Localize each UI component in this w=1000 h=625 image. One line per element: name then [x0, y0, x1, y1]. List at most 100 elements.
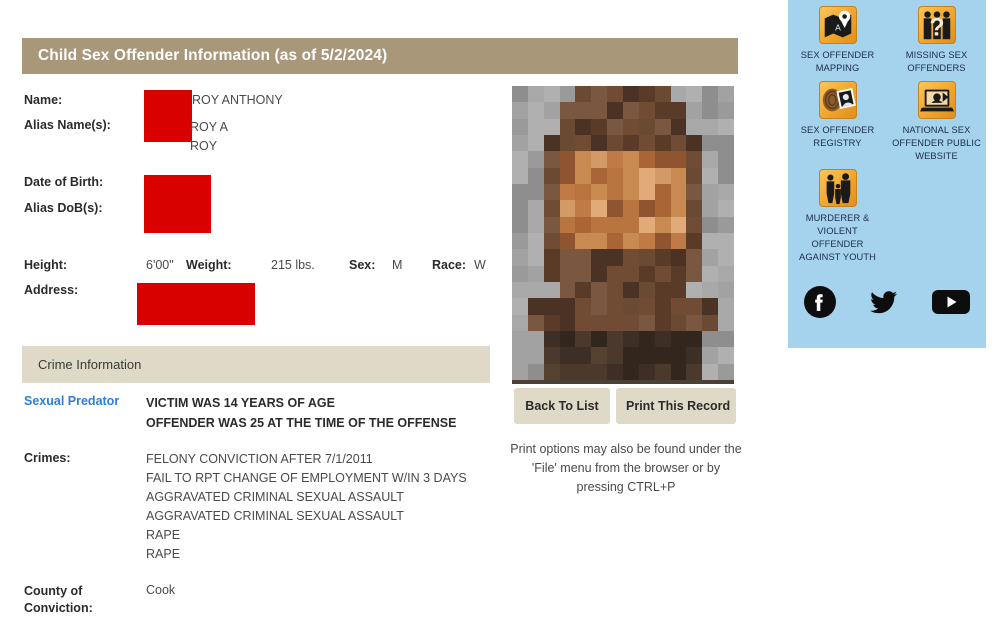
photo-pixel	[639, 102, 655, 118]
crime-item: FAIL TO RPT CHANGE OF EMPLOYMENT W/IN 3 …	[146, 469, 467, 488]
photo-pixel	[702, 102, 718, 118]
photo-pixel	[591, 347, 607, 363]
photo-pixel	[575, 282, 591, 298]
photo-pixel	[512, 315, 528, 331]
youtube-icon[interactable]	[931, 287, 971, 322]
photo-pixel	[528, 168, 544, 184]
photo-pixel	[544, 282, 560, 298]
photo-pixel	[702, 266, 718, 282]
crime-information-header: Crime Information	[22, 346, 490, 383]
photo-pixel	[623, 135, 639, 151]
photo-pixel	[591, 184, 607, 200]
quick-link-map-pin[interactable]: A SEX OFFENDER MAPPING	[788, 0, 887, 75]
photo-pixel	[607, 364, 623, 380]
photo-pixel	[512, 364, 528, 380]
photo-pixel	[544, 119, 560, 135]
photo-pixel	[686, 233, 702, 249]
photo-pixel	[718, 249, 734, 265]
photo-pixel	[575, 347, 591, 363]
facebook-icon[interactable]	[803, 285, 837, 324]
photo-pixel	[560, 102, 576, 118]
photo-pixel	[607, 282, 623, 298]
photo-pixel	[671, 168, 687, 184]
photo-pixel	[639, 249, 655, 265]
predator-detail-line: VICTIM WAS 14 YEARS OF AGE	[146, 393, 456, 413]
photo-pixel	[591, 102, 607, 118]
photo-pixel	[560, 119, 576, 135]
sexual-predator-link[interactable]: Sexual Predator	[24, 394, 119, 408]
photo-pixel	[512, 347, 528, 363]
photo-pixel	[575, 331, 591, 347]
photo-pixel	[528, 102, 544, 118]
photo-pixel	[639, 200, 655, 216]
photo-pixel	[686, 168, 702, 184]
photo-pixel	[702, 315, 718, 331]
photo-pixel	[623, 86, 639, 102]
photo-pixel	[591, 200, 607, 216]
quick-link-label: SEX OFFENDER MAPPING	[801, 49, 875, 75]
photo-pixel	[686, 102, 702, 118]
photo-pixel	[702, 168, 718, 184]
quick-link-label: NATIONAL SEX OFFENDER PUBLIC WEBSITE	[892, 124, 981, 163]
photo-pixel	[575, 233, 591, 249]
photo-pixel	[623, 200, 639, 216]
fingerprint-icon	[819, 81, 857, 119]
photo-pixel	[671, 249, 687, 265]
photo-pixel	[655, 168, 671, 184]
photo-pixel	[512, 282, 528, 298]
photo-pixel	[607, 315, 623, 331]
photo-pixel	[560, 135, 576, 151]
photo-pixel	[623, 168, 639, 184]
photo-pixel	[702, 86, 718, 102]
print-this-record-button[interactable]: Print This Record	[616, 388, 736, 424]
twitter-icon[interactable]	[867, 285, 901, 324]
photo-pixel	[671, 200, 687, 216]
photo-pixel	[575, 217, 591, 233]
photo-pixel	[718, 86, 734, 102]
photo-pixel	[528, 86, 544, 102]
quick-links-sidebar: A SEX OFFENDER MAPPING? MISSING SEX OFFENDER…	[788, 0, 986, 348]
photo-pixel	[655, 151, 671, 167]
photo-pixel	[639, 86, 655, 102]
photo-pixel	[544, 331, 560, 347]
photo-pixel	[607, 86, 623, 102]
photo-pixel	[639, 184, 655, 200]
photo-pixel	[686, 151, 702, 167]
quick-link-label-line: REGISTRY	[801, 137, 875, 150]
photo-pixel	[607, 135, 623, 151]
photo-pixel	[591, 249, 607, 265]
photo-pixel	[544, 233, 560, 249]
quick-link-people-silhouette[interactable]: MURDERER & VIOLENT OFFENDER AGAINST YOUTH	[788, 163, 887, 264]
photo-pixel	[702, 200, 718, 216]
photo-pixel	[512, 102, 528, 118]
quick-link-label: MISSING SEX OFFENDERS	[906, 49, 968, 75]
photo-pixel	[639, 266, 655, 282]
photo-pixel	[591, 266, 607, 282]
quick-link-label-line: NATIONAL SEX	[892, 124, 981, 137]
photo-pixel	[718, 282, 734, 298]
photo-pixel	[623, 249, 639, 265]
photo-pixel	[591, 331, 607, 347]
photo-pixel	[639, 119, 655, 135]
photo-pixel	[560, 298, 576, 314]
date-of-birth-label: Date of Birth:	[24, 175, 144, 189]
photo-pixel	[686, 119, 702, 135]
crime-item: FELONY CONVICTION AFTER 7/1/2011	[146, 450, 467, 469]
quick-link-laptop[interactable]: NATIONAL SEX OFFENDER PUBLIC WEBSITE	[887, 75, 986, 163]
photo-pixel	[560, 168, 576, 184]
photo-pixel	[544, 364, 560, 380]
photo-pixel	[560, 249, 576, 265]
photo-pixel	[512, 298, 528, 314]
photo-pixel	[575, 135, 591, 151]
photo-pixel	[655, 347, 671, 363]
photo-pixel	[512, 151, 528, 167]
photo-pixel	[544, 249, 560, 265]
quick-link-missing-persons[interactable]: ? MISSING SEX OFFENDERS	[887, 0, 986, 75]
photo-pixel	[607, 168, 623, 184]
redaction-block-name	[144, 90, 192, 142]
photo-pixel	[686, 315, 702, 331]
photo-pixel	[655, 282, 671, 298]
photo-pixel	[671, 347, 687, 363]
back-to-list-button[interactable]: Back To List	[514, 388, 610, 424]
quick-link-fingerprint[interactable]: SEX OFFENDER REGISTRY	[788, 75, 887, 163]
